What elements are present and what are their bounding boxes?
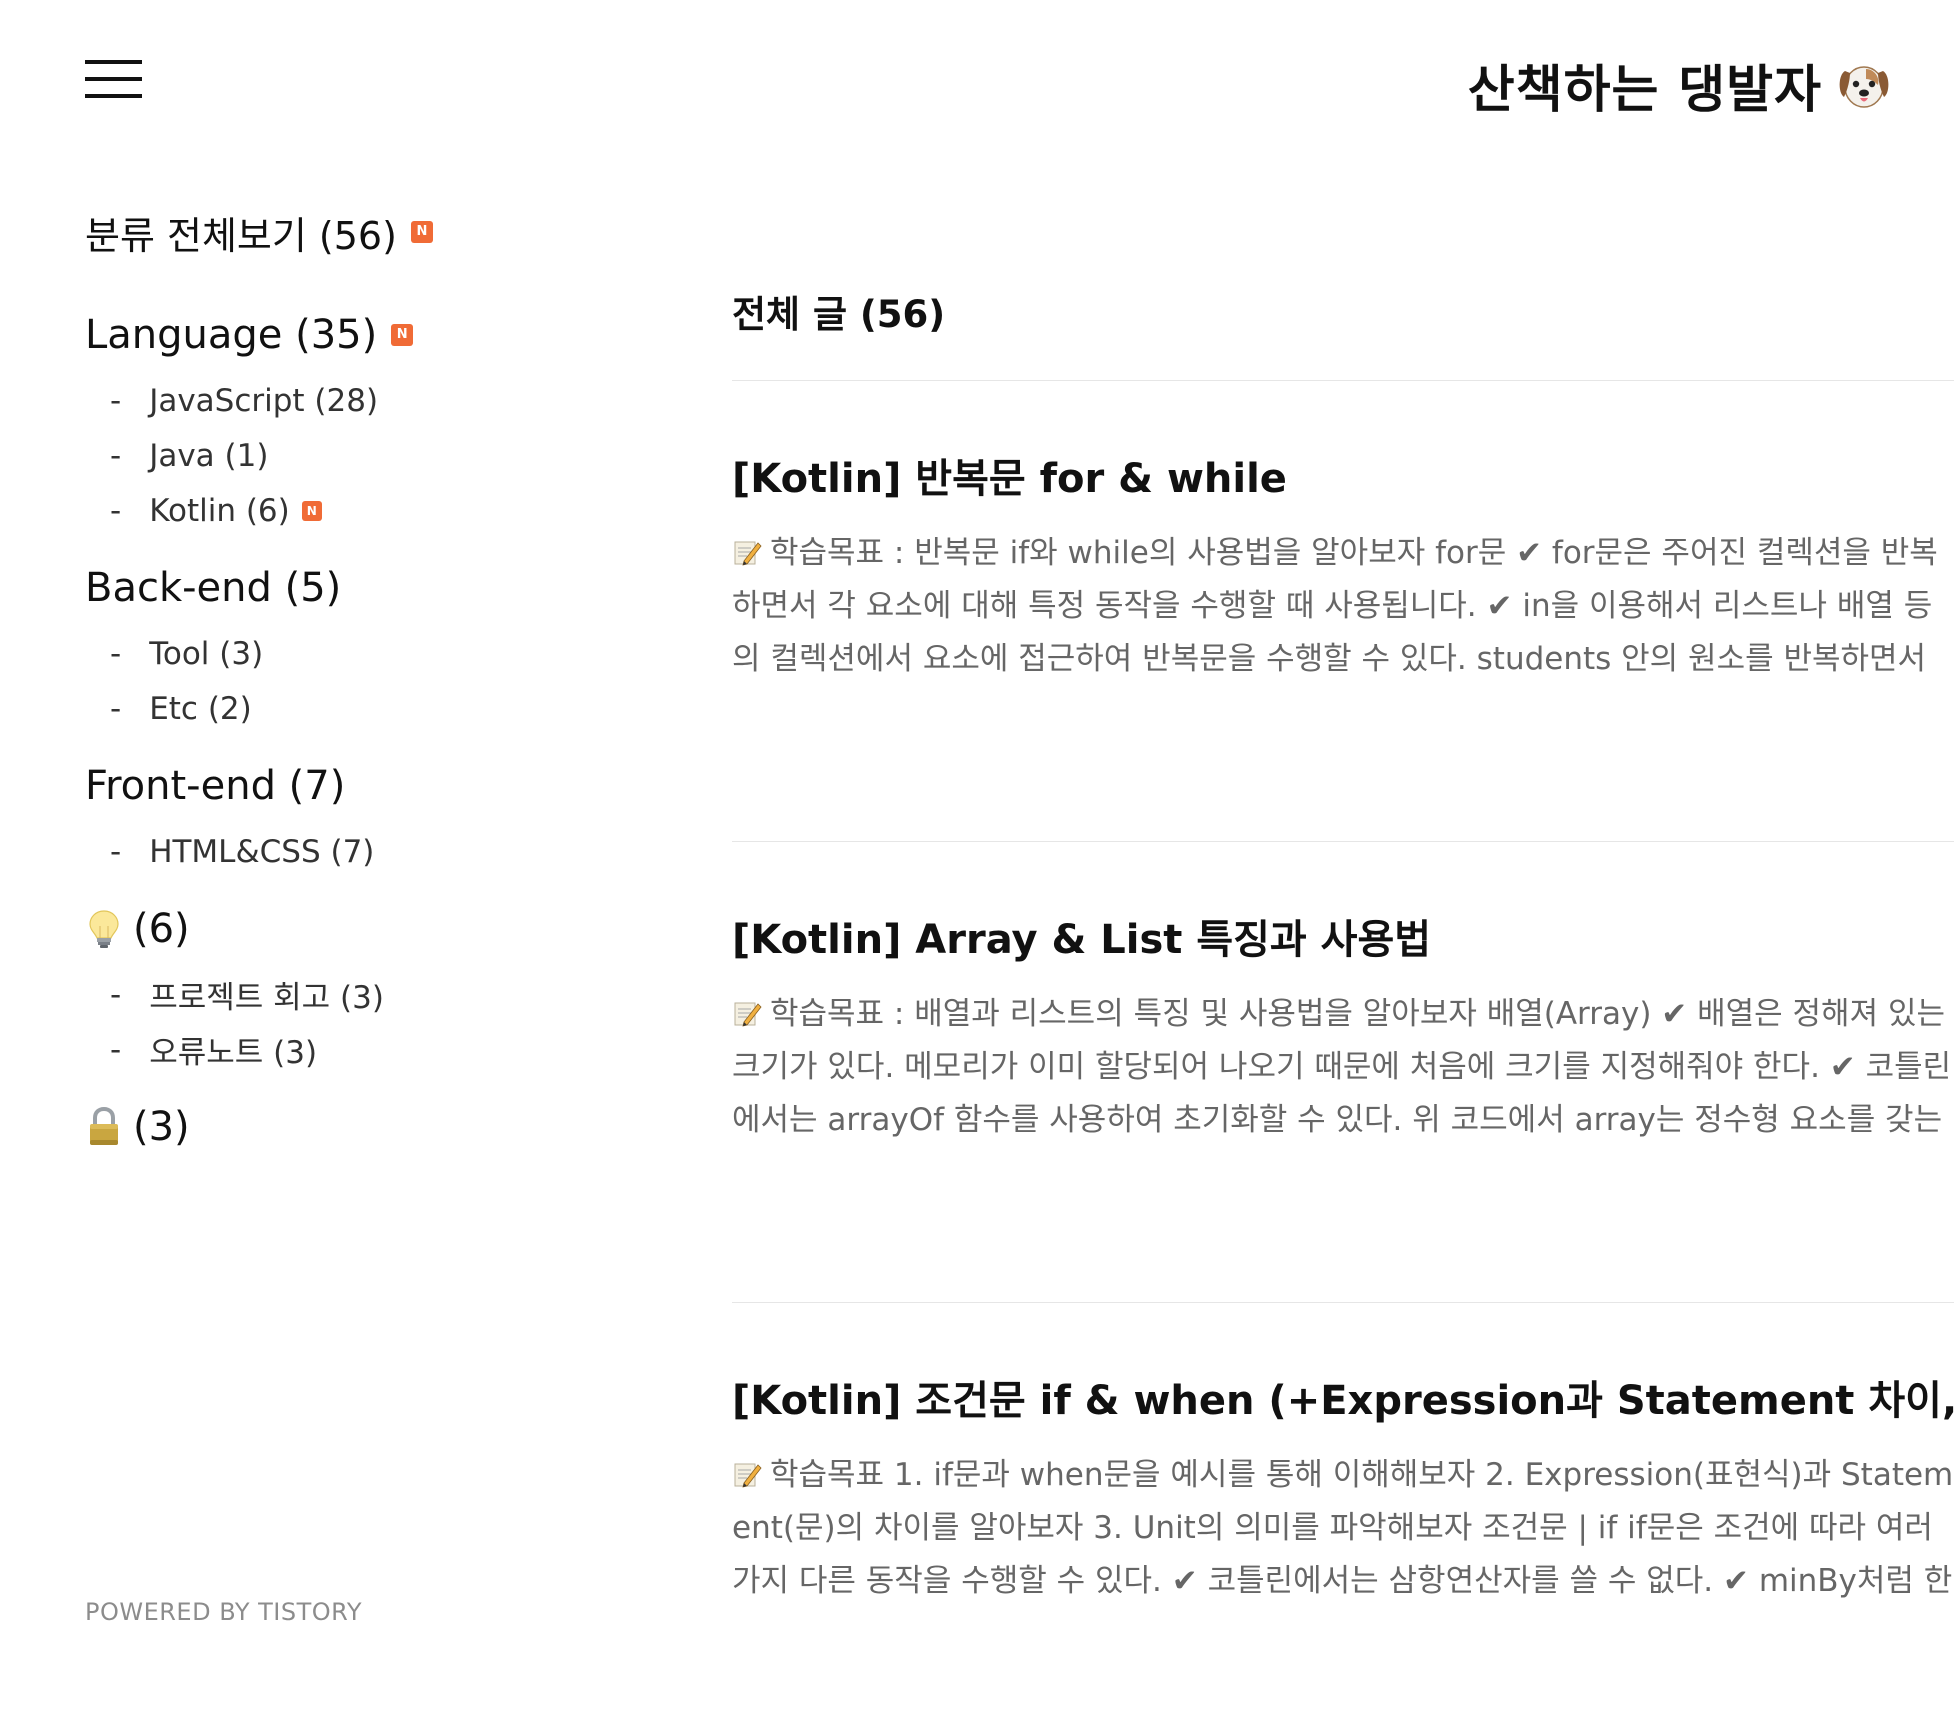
category-language[interactable]: Language (35): [85, 307, 605, 363]
category-all-link[interactable]: 분류 전체보기 (56): [85, 205, 605, 259]
memo-pencil-icon: [734, 1463, 762, 1488]
lock-icon: [90, 1106, 118, 1145]
menu-bar-top: [85, 60, 142, 64]
subcategory-java[interactable]: - Java (1): [85, 428, 605, 483]
subcategory-html-css[interactable]: - HTML&CSS (7): [85, 824, 605, 879]
subcategory-etc[interactable]: - Etc (2): [85, 681, 605, 736]
subcategory-kotlin[interactable]: - Kotlin (6): [85, 483, 605, 538]
category-group-frontend: Front-end (7) - HTML&CSS (7): [85, 758, 605, 879]
post-title[interactable]: [Kotlin] 반복문 for & while: [732, 451, 1954, 507]
dash-marker: -: [110, 833, 122, 870]
memo-pencil-icon: [734, 541, 762, 566]
category-label: Back-end (5): [85, 565, 342, 611]
category-ideas[interactable]: (6): [85, 901, 605, 957]
post-summary-text: 학습목표 : 배열과 리스트의 특징 및 사용법을 알아보자 배열(Array)…: [732, 996, 1952, 1138]
category-group-language: Language (35) - JavaScript (28) - Java (…: [85, 307, 605, 538]
powered-by-text: POWERED BY TISTORY: [85, 1598, 362, 1626]
category-sidebar: 분류 전체보기 (56) Language (35) - JavaScript …: [85, 205, 605, 1155]
subcategory-label: 프로젝트 회고 (3): [149, 980, 384, 1016]
new-badge-icon: [391, 324, 414, 346]
memo-pencil-icon: [734, 1002, 762, 1027]
subcategory-list: - 프로젝트 회고 (3) - 오류노트 (3): [85, 967, 605, 1077]
post-summary[interactable]: 학습목표 : 반복문 if와 while의 사용법을 알아보자 for문 ✔ f…: [732, 527, 1954, 686]
category-private[interactable]: (3): [85, 1099, 605, 1155]
category-label: Language (35): [85, 312, 378, 358]
subcategory-label: Etc (2): [149, 690, 252, 727]
post-item[interactable]: [Kotlin] 조건문 if & when (+Expression과 Sta…: [732, 1303, 1954, 1724]
subcategory-list: - Tool (3) - Etc (2): [85, 626, 605, 736]
subcategory-label: Kotlin (6): [149, 492, 290, 529]
blog-title: 산책하는 댕발자: [1467, 61, 1822, 120]
page: 산책하는 댕발자 분류 전체보기 (56) Language (35): [0, 0, 1954, 1724]
subcategory-project-retro[interactable]: - 프로젝트 회고 (3): [85, 967, 605, 1022]
post-summary[interactable]: 학습목표 1. if문과 when문을 예시를 통해 이해해보자 2. Expr…: [732, 1449, 1954, 1608]
category-frontend[interactable]: Front-end (7): [85, 758, 605, 814]
dash-marker: -: [110, 1031, 122, 1068]
subcategory-label: HTML&CSS (7): [149, 833, 375, 870]
subcategory-label: Java (1): [149, 437, 269, 474]
post-list-section: 전체 글 (56) [Kotlin] 반복문 for & while 학습목표 …: [732, 290, 1954, 1724]
post-summary[interactable]: 학습목표 : 배열과 리스트의 특징 및 사용법을 알아보자 배열(Array)…: [732, 988, 1954, 1147]
category-label: (3): [133, 1104, 190, 1150]
category-group-backend: Back-end (5) - Tool (3) - Etc (2): [85, 560, 605, 736]
subcategory-list: - JavaScript (28) - Java (1) - Kotlin (6…: [85, 373, 605, 538]
subcategory-label: JavaScript (28): [149, 382, 379, 419]
category-group-private: (3): [85, 1099, 605, 1155]
subcategory-tool[interactable]: - Tool (3): [85, 626, 605, 681]
new-badge-icon: [301, 500, 322, 521]
post-summary-text: 학습목표 : 반복문 if와 while의 사용법을 알아보자 for문 ✔ f…: [732, 535, 1938, 677]
blog-title-link[interactable]: 산책하는 댕발자: [1468, 48, 1892, 122]
menu-bar-middle: [85, 77, 142, 81]
category-backend[interactable]: Back-end (5): [85, 560, 605, 616]
dash-marker: -: [110, 492, 122, 529]
subcategory-label: Tool (3): [149, 635, 264, 672]
post-item[interactable]: [Kotlin] 반복문 for & while 학습목표 : 반복문 if와 …: [732, 381, 1954, 841]
category-label: (6): [133, 906, 190, 952]
post-title[interactable]: [Kotlin] Array & List 특징과 사용법: [732, 912, 1954, 968]
menu-bar-bottom: [85, 94, 142, 98]
dog-face-icon: [1839, 66, 1889, 108]
post-title[interactable]: [Kotlin] 조건문 if & when (+Expression과 Sta…: [732, 1373, 1954, 1429]
subcategory-list: - HTML&CSS (7): [85, 824, 605, 879]
subcategory-label: 오류노트 (3): [149, 1035, 318, 1071]
dash-marker: -: [110, 382, 122, 419]
dash-marker: -: [110, 437, 122, 474]
post-summary-text: 학습목표 1. if문과 when문을 예시를 통해 이해해보자 2. Expr…: [732, 1457, 1954, 1599]
dash-marker: -: [110, 690, 122, 727]
new-badge-icon: [410, 221, 433, 243]
dash-marker: -: [110, 635, 122, 672]
dash-marker: -: [110, 976, 122, 1013]
category-group-ideas: (6) - 프로젝트 회고 (3) - 오류노트 (3): [85, 901, 605, 1077]
category-all-label: 분류 전체보기 (56): [85, 213, 397, 258]
subcategory-error-notes[interactable]: - 오류노트 (3): [85, 1022, 605, 1077]
post-item[interactable]: [Kotlin] Array & List 특징과 사용법 학습목표 : 배열과…: [732, 842, 1954, 1302]
light-bulb-icon: [89, 910, 119, 948]
subcategory-javascript[interactable]: - JavaScript (28): [85, 373, 605, 428]
section-title: 전체 글 (56): [732, 293, 946, 336]
menu-icon[interactable]: [85, 60, 142, 98]
category-label: Front-end (7): [85, 763, 346, 809]
